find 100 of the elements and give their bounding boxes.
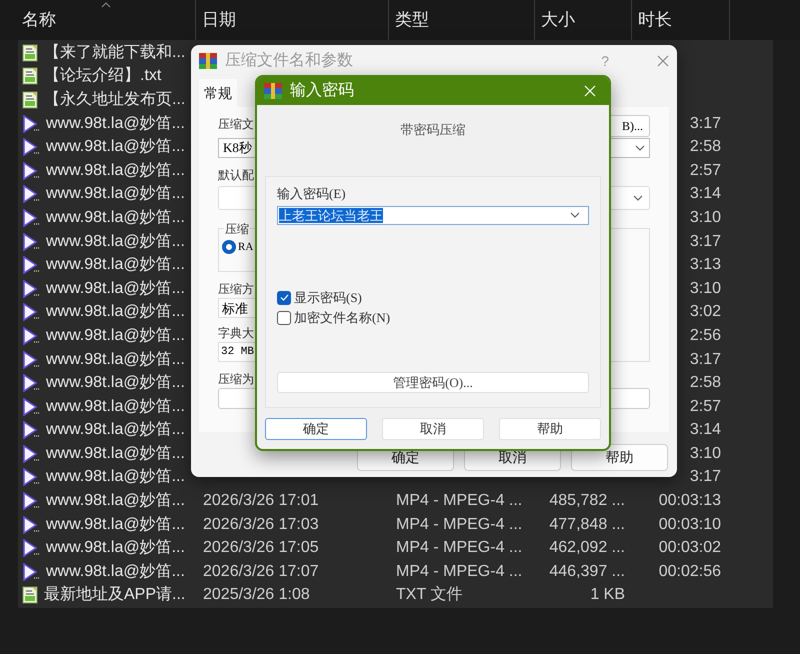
video-file-icon — [22, 185, 40, 204]
file-duration: 00:02:56 — [658, 562, 721, 580]
file-duration: 3:10 — [690, 280, 721, 297]
file-type: TXT 文件 — [396, 586, 462, 604]
video-file-icon — [22, 468, 40, 486]
file-type: MP4 - MPEG-4 ... — [396, 562, 522, 580]
text-file-icon — [22, 586, 38, 604]
file-name: 【永久地址发布页... — [44, 90, 186, 110]
file-name: www.98t.la@妙笛... — [46, 373, 185, 394]
dialog-button[interactable]: 取消 — [382, 418, 484, 440]
text-file-icon — [22, 90, 38, 109]
video-file-icon — [22, 280, 40, 298]
file-duration: 3:17 — [690, 468, 721, 486]
file-name: www.98t.la@妙笛... — [46, 562, 185, 582]
dictionary-label: 字典大 — [218, 325, 254, 342]
manage-passwords-button[interactable]: 管理密码(O)... — [277, 372, 589, 393]
file-name: www.98t.la@妙笛... — [46, 278, 185, 299]
file-duration: 2:57 — [690, 162, 721, 179]
file-date: 2026/3/26 17:01 — [203, 492, 319, 510]
file-name: www.98t.la@妙笛... — [46, 184, 185, 204]
file-name: www.98t.la@妙笛... — [46, 350, 185, 370]
file-name: www.98t.la@妙笛... — [46, 491, 185, 512]
checkbox[interactable] — [277, 290, 291, 304]
file-duration: 3:14 — [690, 421, 721, 438]
archive-app-icon — [199, 53, 217, 69]
file-date: 2025/3/26 1:08 — [203, 586, 310, 604]
video-file-icon — [22, 326, 40, 345]
file-name: www.98t.la@妙笛... — [46, 514, 185, 535]
file-name: www.98t.la@妙笛... — [46, 255, 185, 276]
file-type: MP4 - MPEG-4 ... — [396, 516, 522, 533]
file-name: www.98t.la@妙笛... — [46, 467, 185, 488]
file-name: www.98t.la@妙笛... — [46, 160, 185, 181]
password-text: 上老王论坛当老王 — [279, 208, 383, 222]
tab[interactable]: 常规 — [199, 79, 237, 107]
video-file-icon — [22, 208, 40, 227]
close-icon[interactable] — [657, 55, 669, 67]
video-file-icon — [22, 350, 40, 369]
file-name: www.98t.la@妙笛... — [46, 137, 185, 158]
file-name: www.98t.la@妙笛... — [46, 114, 185, 134]
video-file-icon — [22, 374, 40, 392]
dialog-title: 压缩文件名和参数 — [225, 50, 353, 71]
file-duration: 3:14 — [690, 185, 721, 202]
file-name: www.98t.la@妙笛... — [46, 208, 185, 228]
file-duration: 3:10 — [690, 208, 721, 226]
text-file-icon — [22, 44, 38, 62]
video-file-icon — [22, 138, 40, 156]
dialog-heading: 带密码压缩 — [400, 122, 466, 137]
video-file-icon — [22, 516, 40, 534]
file-date: 2026/3/26 17:07 — [203, 562, 319, 580]
dialog-button[interactable]: 帮助 — [571, 444, 668, 471]
dialog-title: 输入密码 — [290, 80, 354, 101]
video-file-icon — [22, 162, 40, 180]
sort-caret-icon — [101, 2, 111, 8]
file-size: 477,848 ... — [549, 516, 625, 533]
split-label: 压缩为 — [218, 371, 254, 388]
file-duration: 3:17 — [690, 350, 721, 368]
file-duration: 2:56 — [690, 326, 721, 344]
file-name: www.98t.la@妙笛... — [46, 420, 185, 440]
file-duration: 2:58 — [690, 138, 721, 156]
video-file-icon — [22, 492, 40, 510]
video-file-icon — [22, 256, 40, 274]
dialog-button[interactable]: 确定 — [265, 418, 367, 440]
text-file-icon — [22, 67, 38, 86]
archive-app-icon — [264, 83, 282, 99]
dialog-button[interactable]: 帮助 — [499, 418, 601, 440]
password-combo[interactable]: 上老王论坛当老王 — [277, 206, 589, 224]
file-name: www.98t.la@妙笛... — [46, 302, 185, 322]
video-file-icon — [22, 539, 40, 558]
file-name: 【论坛介绍】.txt — [44, 66, 162, 86]
checkbox-label: 显示密码(S) — [294, 288, 362, 307]
file-name: www.98t.la@妙笛... — [46, 232, 185, 252]
video-file-icon — [22, 444, 40, 463]
format-option-label: RA — [238, 240, 254, 255]
file-type: MP4 - MPEG-4 ... — [396, 492, 522, 510]
file-name: 最新地址及APP请... — [44, 584, 186, 606]
file-size: 446,397 ... — [549, 562, 625, 580]
password-label: 输入密码(E) — [277, 185, 346, 203]
file-duration: 00:03:10 — [658, 516, 721, 533]
file-duration: 2:57 — [690, 398, 721, 415]
file-date: 2026/3/26 17:05 — [203, 539, 319, 556]
radio-button[interactable] — [222, 240, 236, 254]
checkmark-icon — [280, 294, 288, 301]
profile-label: 默认配 — [218, 167, 254, 184]
file-name: www.98t.la@妙笛... — [46, 538, 185, 558]
video-file-icon — [22, 398, 40, 416]
file-date: 2026/3/26 17:03 — [203, 516, 319, 533]
file-duration: 3:17 — [690, 232, 721, 250]
video-file-icon — [22, 114, 40, 133]
checkbox[interactable] — [277, 310, 291, 324]
file-name: www.98t.la@妙笛... — [46, 326, 185, 346]
video-file-icon — [22, 421, 40, 440]
file-duration: 2:58 — [690, 374, 721, 392]
file-duration: 00:03:02 — [658, 539, 721, 556]
file-duration: 3:13 — [690, 256, 721, 274]
file-type: MP4 - MPEG-4 ... — [396, 539, 522, 556]
method-label: 压缩方 — [218, 281, 254, 298]
video-file-icon — [22, 303, 40, 322]
archive-name-label: 压缩文 — [218, 116, 254, 133]
file-duration: 00:03:13 — [658, 492, 721, 510]
file-duration: 3:10 — [690, 444, 721, 462]
